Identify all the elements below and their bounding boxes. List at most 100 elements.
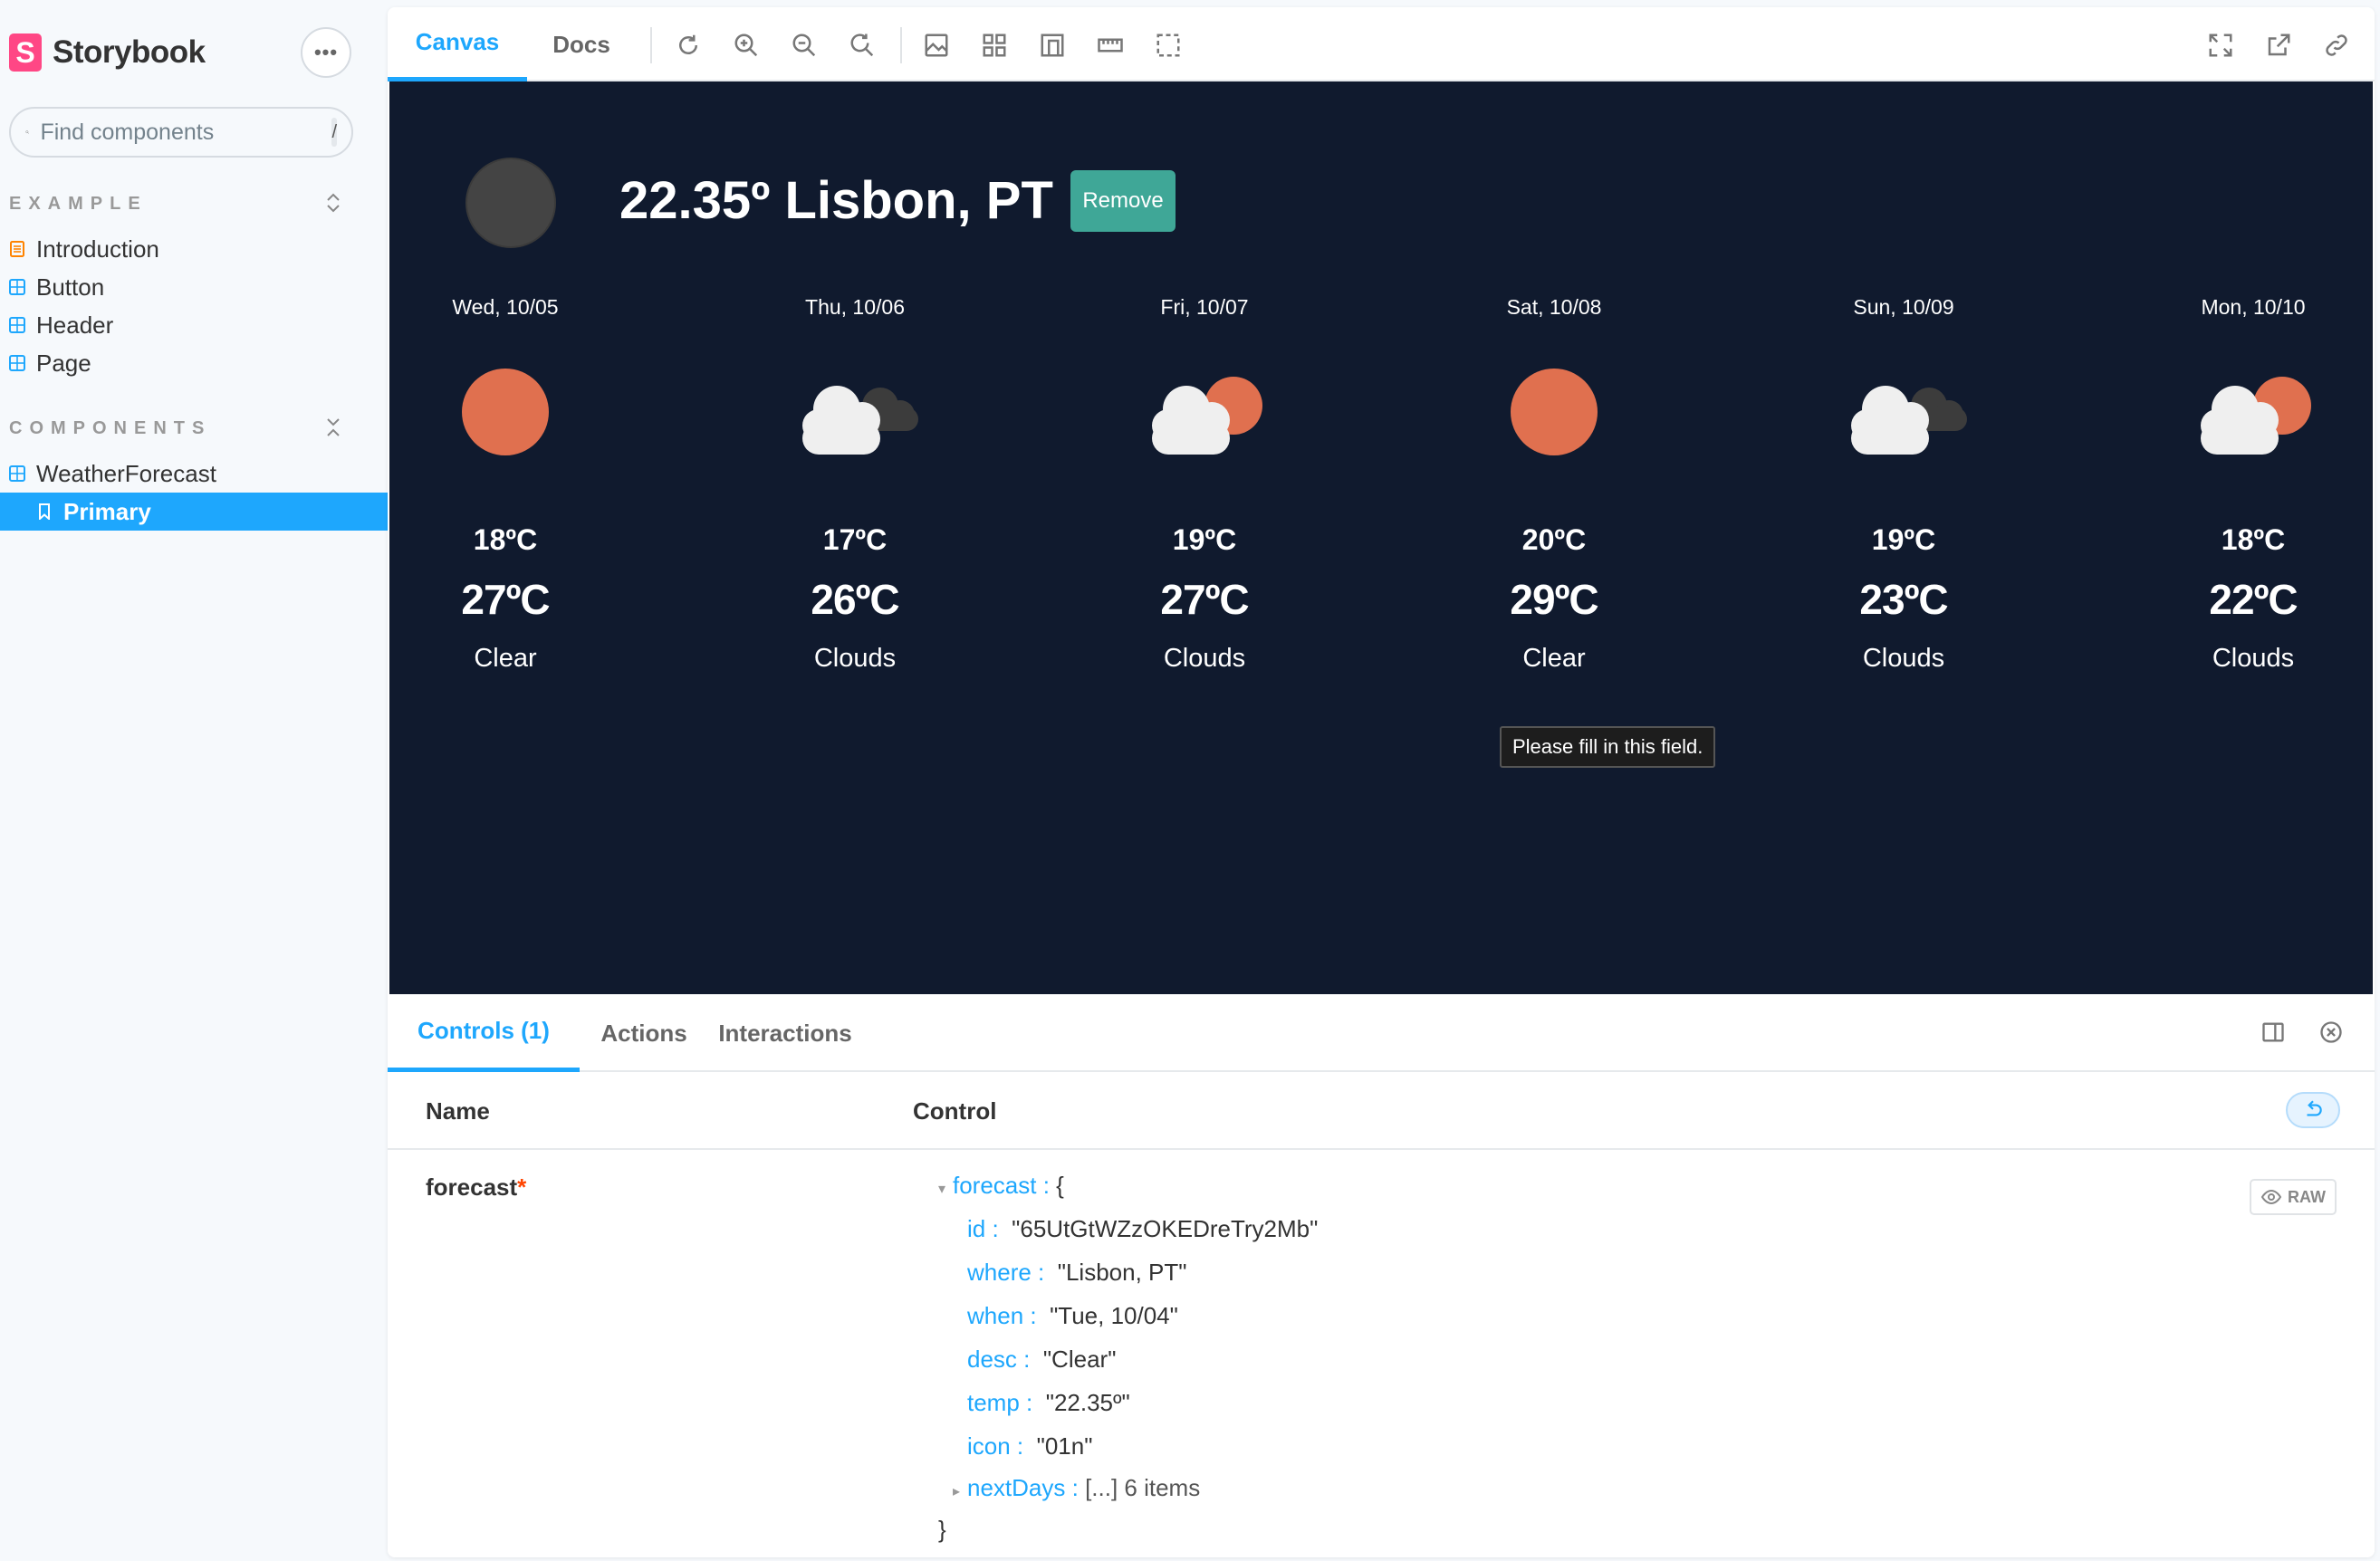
story-canvas: 22.35º Lisbon, PT Remove Wed, 10/05 18ºC… [389,81,2373,994]
expand-collapse-icon[interactable] [322,192,344,214]
json-key: icon [967,1432,1011,1460]
toolbar: Canvas Docs [388,7,2375,81]
storybook-logo[interactable]: S Storybook [9,31,206,74]
undo-icon [2307,1100,2322,1116]
close-panel-icon[interactable] [2318,1020,2344,1045]
json-field[interactable]: desc : "Clear" [967,1346,1116,1376]
forecast-day: Wed, 10/05 18ºC 27ºC Clear [397,295,614,674]
day-min-temp: 18ºC [473,523,538,556]
sidebar-item-page[interactable]: Page [0,344,388,382]
day-date: Wed, 10/05 [452,295,559,319]
sidebar-item-primary[interactable]: Primary [0,493,388,531]
search-input[interactable] [40,119,332,146]
zoom-reset-button[interactable] [848,31,877,60]
zoom-in-button[interactable] [732,31,761,60]
grid-icon [983,34,1006,57]
validation-tooltip: Please fill in this field. [1500,726,1716,768]
json-field[interactable]: id : "65UtGtWZzOKEDreTry2Mb" [967,1215,1318,1246]
expand-icon [2209,34,2232,57]
ellipsis-icon: ••• [313,41,339,63]
json-value[interactable]: "65UtGtWZzOKEDreTry2Mb" [1012,1215,1318,1242]
grid-button[interactable] [980,31,1009,60]
open-new-tab-button[interactable] [2264,31,2293,60]
bookmark-icon [39,503,50,520]
zoom-out-button[interactable] [790,31,819,60]
divider [650,27,652,63]
day-max-temp: 22ºC [2209,576,2298,623]
addons-tabs: Controls (1) Actions Interactions [388,994,2375,1072]
raw-toggle-button[interactable]: RAW [2250,1179,2337,1215]
search-box: / [9,107,353,158]
reload-button[interactable] [674,31,703,60]
column-header-control: Control [913,1097,997,1125]
sidebar-item-header[interactable]: Header [0,306,388,344]
caret-right-icon[interactable]: ▸ [953,1482,967,1500]
day-min-temp: 20ºC [1521,523,1587,556]
measure-button[interactable] [1096,31,1125,60]
copy-link-button[interactable] [2322,31,2351,60]
tab-controls[interactable]: Controls (1) [388,994,580,1072]
json-collapsed-field[interactable]: ▸ nextDays : [...] 6 items [953,1474,1200,1505]
dark-clouds-icon [746,362,964,462]
forecast-day: Sat, 10/08 20ºC 29ºC Clear [1445,295,1663,674]
json-root-line[interactable]: ▾ forecast : { [938,1172,1064,1202]
sidebar-item-label: WeatherForecast [36,459,216,487]
json-field[interactable]: when : "Tue, 10/04" [967,1302,1178,1333]
json-field[interactable]: icon : "01n" [967,1432,1092,1463]
json-key: forecast [953,1172,1037,1199]
panel-orientation-icon[interactable] [2260,1020,2286,1045]
background-button[interactable] [922,31,951,60]
json-key: when [967,1302,1024,1329]
section-title-components[interactable]: COMPONENTS [9,418,211,439]
sidebar-item-label: Button [36,273,105,301]
sidebar-item-button[interactable]: Button [0,268,388,306]
control-name: forecast [426,1173,518,1201]
reload-icon [679,34,697,54]
json-key: id [967,1215,986,1242]
remove-button[interactable]: Remove [1070,170,1176,232]
section-title-example[interactable]: EXAMPLE [9,194,148,215]
main-panel: Canvas Docs 22.35º Lisbon, PT Remove Wed… [388,7,2375,1557]
tab-docs[interactable]: Docs [536,7,627,81]
tab-canvas[interactable]: Canvas [388,7,527,81]
day-date: Sat, 10/08 [1506,295,1602,319]
sun-icon [397,362,614,462]
sidebar-item-weatherforecast[interactable]: WeatherForecast [0,455,388,493]
raw-label: RAW [2288,1187,2326,1206]
document-icon [10,241,24,257]
day-description: Clouds [2212,644,2295,673]
day-description: Clouds [1862,644,1945,673]
viewport-button[interactable] [1038,31,1067,60]
caret-down-icon[interactable]: ▾ [938,1180,953,1198]
day-min-temp: 17ºC [822,523,888,556]
day-description: Clear [474,644,537,673]
json-field[interactable]: where : "Lisbon, PT" [967,1259,1186,1289]
tab-actions[interactable]: Actions [589,994,699,1072]
outline-button[interactable] [1154,31,1183,60]
fullscreen-button[interactable] [2206,31,2235,60]
day-description: Clouds [813,644,897,673]
reset-controls-button[interactable] [2286,1092,2340,1128]
json-value[interactable]: "Clear" [1043,1346,1117,1373]
dark-clouds-icon [1795,362,2012,462]
day-min-temp: 18ºC [2221,523,2286,556]
json-value[interactable]: "01n" [1037,1432,1093,1460]
sidebar-item-label: Introduction [36,235,159,263]
component-icon [9,317,25,333]
tab-interactions[interactable]: Interactions [708,994,862,1072]
json-value[interactable]: "22.35º" [1046,1389,1130,1416]
day-date: Sun, 10/09 [1853,295,1954,319]
json-value[interactable]: "Tue, 10/04" [1050,1302,1178,1329]
json-field[interactable]: temp : "22.35º" [967,1389,1130,1420]
current-weather-title: 22.35º Lisbon, PT [619,171,1053,230]
link-icon [2326,34,2347,56]
sidebar-item-introduction[interactable]: Introduction [0,230,388,268]
sidebar-item-label: Page [36,349,91,377]
day-date: Fri, 10/07 [1160,295,1249,319]
external-link-icon [2268,34,2290,56]
collapse-icon[interactable] [322,417,344,438]
component-icon [9,279,25,295]
json-value[interactable]: "Lisbon, PT" [1058,1259,1187,1286]
day-date: Thu, 10/06 [805,295,905,319]
more-menu-button[interactable]: ••• [301,27,351,78]
